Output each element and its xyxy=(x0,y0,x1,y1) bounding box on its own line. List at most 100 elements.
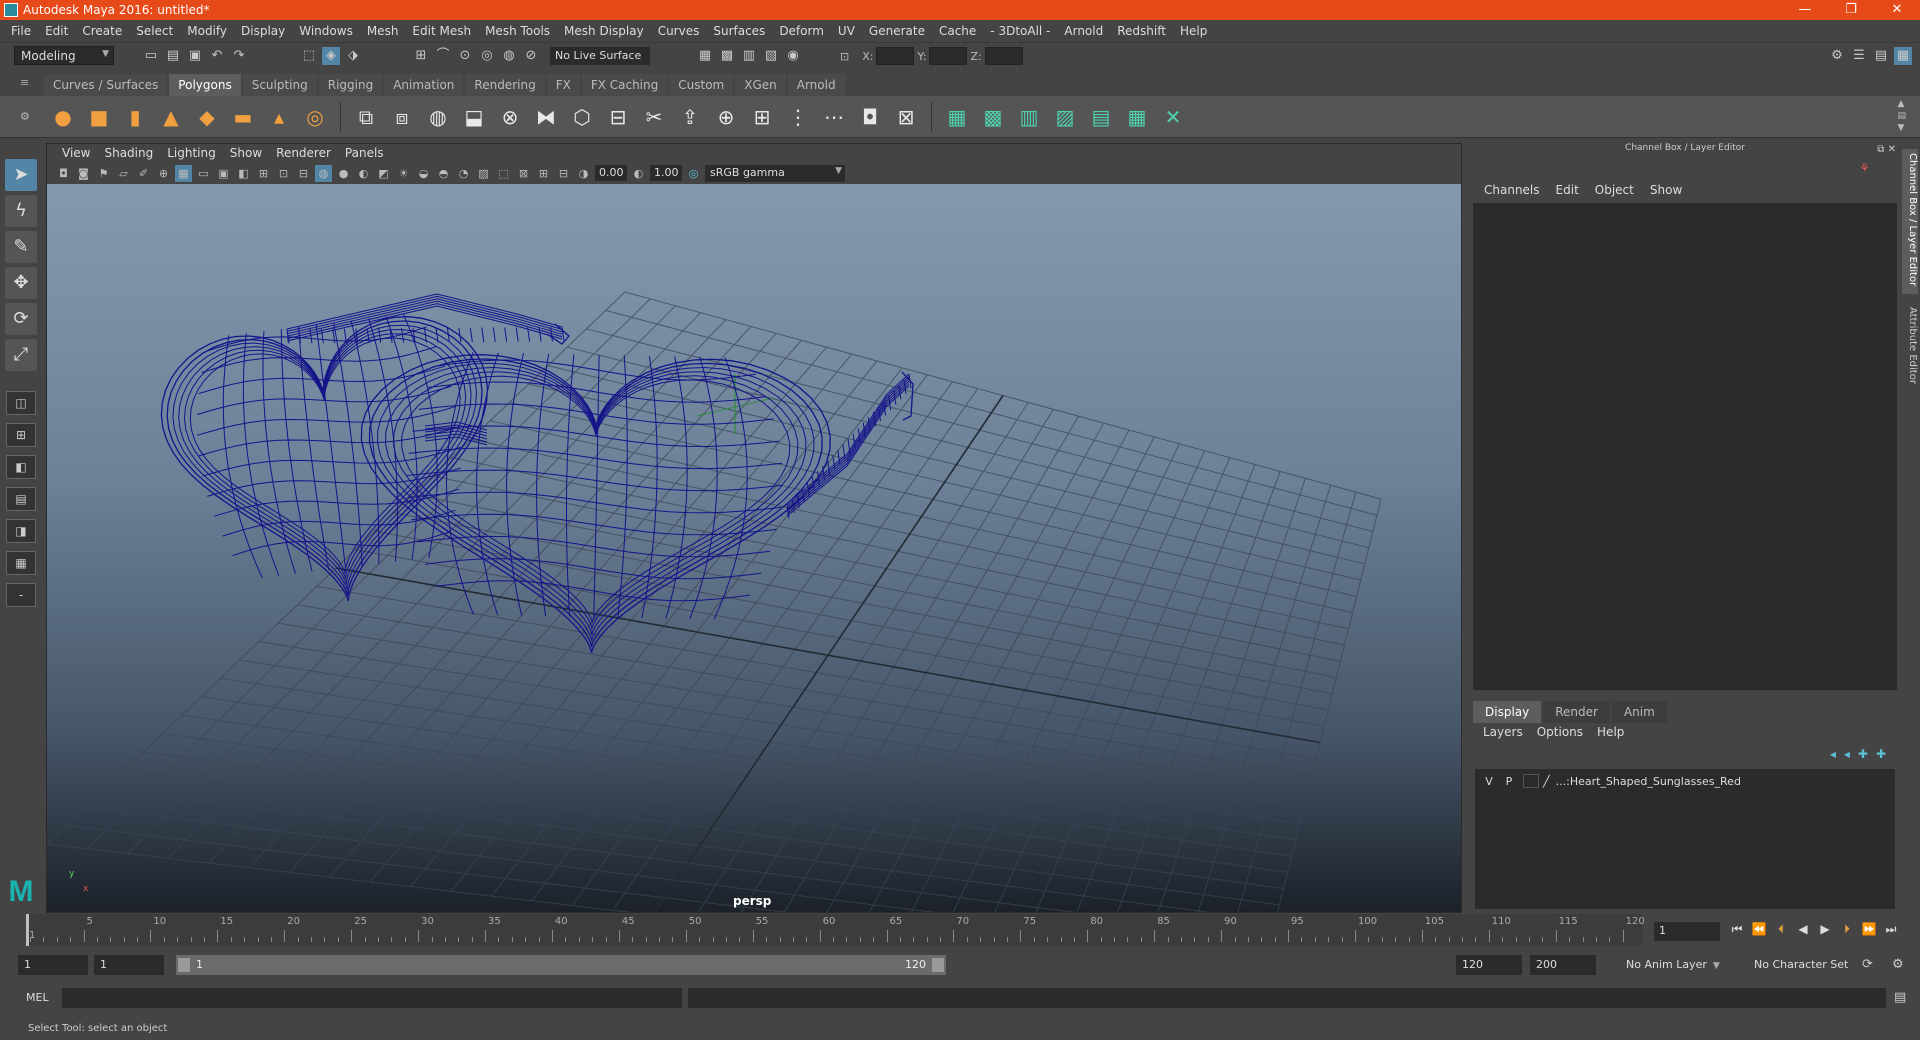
make-live-icon[interactable]: ⊘ xyxy=(522,47,540,65)
move-layer-down-icon[interactable]: ◂ xyxy=(1844,747,1850,761)
isolate-select-icon[interactable]: ⬚ xyxy=(495,165,512,182)
unfold-icon[interactable]: ✕ xyxy=(1158,102,1188,132)
menu-set-select[interactable]: Modeling ▼ xyxy=(14,46,114,65)
checker-icon[interactable]: ▦ xyxy=(1122,102,1152,132)
image-plane-icon[interactable]: ▱ xyxy=(115,165,132,182)
poly-torus-icon[interactable]: ◆ xyxy=(192,102,222,132)
grease-pencil-icon[interactable]: ✐ xyxy=(135,165,152,182)
move-layer-up-icon[interactable]: ◂ xyxy=(1830,747,1836,761)
move-tool-icon[interactable]: ✥ xyxy=(5,267,37,299)
menu-curves[interactable]: Curves xyxy=(651,24,707,38)
safe-action-icon[interactable]: ⊡ xyxy=(275,165,292,182)
anti-aliasing-icon[interactable]: ▨ xyxy=(475,165,492,182)
menu-cache[interactable]: Cache xyxy=(932,24,983,38)
scale-tool-icon[interactable]: ⤢ xyxy=(5,339,37,371)
auto-uv-icon[interactable]: ▩ xyxy=(978,102,1008,132)
menu-arnold[interactable]: Arnold xyxy=(1057,24,1110,38)
poly-sphere-icon[interactable]: ● xyxy=(48,102,78,132)
tab-render[interactable]: Render xyxy=(1543,701,1610,723)
save-scene-icon[interactable]: ▣ xyxy=(186,47,204,65)
merge-icon[interactable]: ⊠ xyxy=(891,102,921,132)
redo-icon[interactable]: ↷ xyxy=(230,47,248,65)
combine-icon[interactable]: ⧉ xyxy=(351,102,381,132)
modeling-toolkit-icon[interactable]: ⚙ xyxy=(1828,47,1846,65)
single-pane-layout-icon[interactable]: ◫ xyxy=(6,391,36,415)
tab-fx-caching[interactable]: FX Caching xyxy=(581,74,668,96)
tab-arnold[interactable]: Arnold xyxy=(787,74,845,96)
new-scene-icon[interactable]: ▭ xyxy=(142,47,160,65)
2d-pan-zoom-icon[interactable]: ⊕ xyxy=(155,165,172,182)
all-lights-icon[interactable]: ☀ xyxy=(395,165,412,182)
layer-row[interactable]: V P ╱ ...:Heart_Shaped_Sunglasses_Red xyxy=(1479,772,1891,790)
transform-mode-icon[interactable]: ⊡ xyxy=(840,50,849,63)
cylindrical-uv-icon[interactable]: ▥ xyxy=(1014,102,1044,132)
fill-hole-icon[interactable]: ◘ xyxy=(855,102,885,132)
tab-rendering[interactable]: Rendering xyxy=(465,74,545,96)
exposure-icon[interactable]: ◑ xyxy=(575,165,592,182)
maximize-button[interactable]: ❐ xyxy=(1828,0,1874,20)
exposure-field[interactable]: 0.00 xyxy=(595,165,627,181)
tab-xgen[interactable]: XGen xyxy=(735,74,786,96)
bookmark-icon[interactable]: ⚑ xyxy=(95,165,112,182)
layer-name[interactable]: ...:Heart_Shaped_Sunglasses_Red xyxy=(1556,775,1741,788)
motion-blur-icon[interactable]: ◔ xyxy=(455,165,472,182)
x-field[interactable] xyxy=(876,47,915,65)
poly-pipe-icon[interactable]: ◎ xyxy=(300,102,330,132)
resolution-gate-icon[interactable]: ▣ xyxy=(215,165,232,182)
go-to-start-icon[interactable]: ⏮ xyxy=(1728,922,1746,937)
close-button[interactable]: ✕ xyxy=(1874,0,1920,20)
snap-curve-icon[interactable]: ⌒ xyxy=(434,47,452,65)
menu-display[interactable]: Display xyxy=(234,24,292,38)
time-slider[interactable]: 1 5 10 15 20 25 30 35 40 45 50 55 60 65 70 75 80 85 90 95 1… xyxy=(26,914,1645,946)
poly-plane-icon[interactable]: ▬ xyxy=(228,102,258,132)
channel-box-options-icon[interactable]: ⚘ xyxy=(1859,161,1870,175)
rotate-tool-icon[interactable]: ⟳ xyxy=(5,303,37,335)
viewport-menu-view[interactable]: View xyxy=(55,146,97,160)
character-set-select[interactable]: No Character Set xyxy=(1748,955,1876,975)
step-back-frame-icon[interactable]: ⏪ xyxy=(1750,922,1768,937)
menu-mesh-tools[interactable]: Mesh Tools xyxy=(478,24,557,38)
layer-playback-toggle[interactable]: P xyxy=(1499,775,1519,788)
script-editor-icon[interactable]: ▤ xyxy=(1894,990,1906,1005)
gamma-field[interactable]: 1.00 xyxy=(650,165,682,181)
menu-mesh-display[interactable]: Mesh Display xyxy=(557,24,651,38)
color-management-icon[interactable]: ◎ xyxy=(685,165,702,182)
field-chart-icon[interactable]: ⊞ xyxy=(255,165,272,182)
separate-icon[interactable]: ⧈ xyxy=(387,102,417,132)
menu-create[interactable]: Create xyxy=(75,24,129,38)
shadows-icon[interactable]: ◒ xyxy=(415,165,432,182)
more-layouts-icon[interactable]: - xyxy=(6,583,36,607)
shelf-settings-icon[interactable]: ⚙ xyxy=(20,110,30,123)
render-view-icon[interactable]: ▦ xyxy=(696,47,714,65)
float-panel-icon[interactable]: ⧉ xyxy=(1877,144,1884,155)
shelf-scroll-arrows[interactable]: ▲ ▤ ▼ xyxy=(1897,98,1906,134)
menu-windows[interactable]: Windows xyxy=(292,24,360,38)
bridge-icon[interactable]: ⊟ xyxy=(603,102,633,132)
render-settings-icon[interactable]: ▧ xyxy=(762,47,780,65)
menu-mesh[interactable]: Mesh xyxy=(360,24,406,38)
menu-surfaces[interactable]: Surfaces xyxy=(706,24,772,38)
ipr-render-icon[interactable]: ▥ xyxy=(740,47,758,65)
menu-deform[interactable]: Deform xyxy=(772,24,831,38)
menu-help[interactable]: Help xyxy=(1173,24,1214,38)
two-pane-layout-icon[interactable]: ◧ xyxy=(6,455,36,479)
xray-components-icon[interactable]: ⊟ xyxy=(555,165,572,182)
grid-toggle-icon[interactable]: ▦ xyxy=(175,164,192,182)
tab-attribute-editor[interactable]: Attribute Editor xyxy=(1902,303,1918,393)
camera-attributes-icon[interactable]: ◙ xyxy=(75,165,92,182)
menu-modify[interactable]: Modify xyxy=(180,24,234,38)
scene-end-field[interactable]: 200 xyxy=(1530,955,1596,975)
step-forward-frame-icon[interactable]: ⏩ xyxy=(1860,922,1878,937)
go-to-end-icon[interactable]: ⏭ xyxy=(1882,922,1900,937)
spherical-uv-icon[interactable]: ▨ xyxy=(1050,102,1080,132)
playback-start-field[interactable]: 1 xyxy=(94,955,164,975)
insert-edge-loop-icon[interactable]: ⋮ xyxy=(783,102,813,132)
layer-color-swatch[interactable] xyxy=(1523,774,1539,788)
tab-rigging[interactable]: Rigging xyxy=(318,74,383,96)
play-forwards-icon[interactable]: ▶ xyxy=(1816,922,1834,937)
channel-menu-edit[interactable]: Edit xyxy=(1548,183,1587,197)
uv-editor-icon[interactable]: ▤ xyxy=(1086,102,1116,132)
persp-outliner-layout-icon[interactable]: ▤ xyxy=(6,487,36,511)
snap-point-icon[interactable]: ⊙ xyxy=(456,47,474,65)
safe-title-icon[interactable]: ⊟ xyxy=(295,165,312,182)
